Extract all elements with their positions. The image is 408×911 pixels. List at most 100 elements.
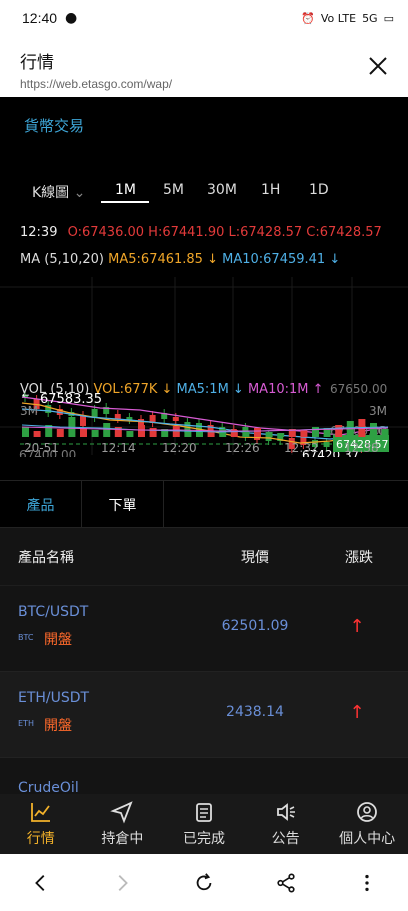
- more-icon[interactable]: [356, 872, 378, 894]
- vol-ma5: MA5:1M ↓: [176, 382, 244, 397]
- forward-icon[interactable]: [111, 872, 133, 894]
- signal-text: Vo LTE: [320, 11, 357, 25]
- interval-bar: K線圖 ⌄ 1M 5M 30M 1H 1D: [0, 177, 408, 207]
- volume-bar: [254, 428, 261, 437]
- nav-announcement-label: 公告: [271, 831, 300, 847]
- volume-bar: [149, 428, 157, 437]
- page: 貨幣交易 K線圖 ⌄ 1M 5M 30M 1H 1D 12:39 O:67436…: [0, 97, 408, 854]
- vol-label: VOL (5,10): [20, 382, 90, 397]
- volume-bar: [103, 423, 111, 437]
- active-interval-underline: [101, 201, 149, 203]
- ma-label: MA (5,10,20): [20, 252, 105, 267]
- chart-icon: [30, 803, 50, 822]
- browser-toolbar: [0, 854, 408, 911]
- row-price: 2438.14: [226, 704, 284, 720]
- status-icons: ⏰ Vo LTE 5G ▭: [301, 12, 394, 25]
- volume-bar: [80, 428, 87, 437]
- volume-bar: [33, 431, 41, 437]
- send-icon: [110, 801, 134, 824]
- message-icon: ●: [65, 10, 78, 26]
- time-tick: 12:14: [101, 441, 136, 455]
- time-tick: 12:26: [225, 441, 260, 455]
- volume-bar: [277, 433, 285, 437]
- nav-profile-label: 個人中心: [339, 831, 396, 847]
- row-name: ETH/USDT: [18, 690, 90, 706]
- nav-market-label: 行情: [26, 831, 55, 847]
- volume-bars: [21, 417, 389, 437]
- row-status: 開盤: [44, 632, 72, 648]
- table-header: 產品名稱 現價 漲跌: [0, 528, 408, 586]
- section-title: 貨幣交易: [24, 117, 85, 135]
- tabs: 產品 下單: [0, 480, 408, 529]
- nav-completed-label: 已完成: [182, 831, 225, 847]
- ohlc-close: C:67428.57: [306, 225, 382, 240]
- kline-label: K線圖: [32, 185, 70, 201]
- status-time: 12:40: [22, 10, 58, 26]
- volume-bar: [22, 427, 29, 437]
- nav-announcement[interactable]: 公告: [245, 794, 327, 854]
- header-change: 漲跌: [345, 549, 373, 566]
- header-name: 產品名稱: [18, 549, 74, 566]
- interval-1m[interactable]: 1M: [115, 182, 136, 198]
- interval-5m[interactable]: 5M: [163, 182, 184, 198]
- network-text: 5G: [362, 11, 378, 25]
- status-bar: 12:40 ● ⏰ Vo LTE 5G ▭: [0, 0, 408, 36]
- nav-positions-label: 持倉中: [101, 831, 144, 847]
- volume-bar: [335, 425, 343, 437]
- ohlc-open: O:67436.00: [67, 225, 145, 240]
- table-row[interactable]: BTC/USDT BTC 開盤 62501.09 ↑: [0, 586, 408, 672]
- share-icon[interactable]: [275, 872, 297, 894]
- up-arrow-icon: ↑: [349, 616, 365, 637]
- time-tick: 12:20: [162, 441, 197, 455]
- tab-products[interactable]: 產品: [0, 481, 82, 529]
- volume-bar: [219, 429, 227, 437]
- row-status: 開盤: [44, 718, 72, 734]
- user-icon: [357, 802, 378, 822]
- nav-profile[interactable]: 個人中心: [326, 794, 408, 854]
- tab-order[interactable]: 下單: [82, 481, 164, 529]
- ma-row: MA (5,10,20) MA5:67461.85 ↓ MA10:67459.4…: [20, 252, 340, 267]
- axis-top-label: 67650.00: [330, 382, 387, 396]
- table-row[interactable]: ETH/USDT ETH 開盤 2438.14 ↑: [0, 672, 408, 758]
- header-price: 現價: [241, 549, 269, 566]
- browser-url[interactable]: https://web.etasgo.com/wap/: [20, 77, 388, 91]
- volume-bar: [126, 431, 134, 437]
- close-icon[interactable]: [366, 54, 390, 78]
- volume-bar: [91, 430, 99, 437]
- ohlc-low: L:67428.57: [228, 225, 303, 240]
- nav-positions[interactable]: 持倉中: [82, 794, 164, 854]
- nav-market[interactable]: 行情: [0, 794, 82, 854]
- vol-right-top: 3M: [369, 404, 387, 418]
- ma10-value: MA10:67459.41 ↓: [222, 252, 341, 267]
- back-icon[interactable]: [30, 872, 52, 894]
- battery-icon: ▭: [383, 11, 394, 25]
- speaker-icon: [276, 803, 295, 821]
- interval-30m[interactable]: 30M: [207, 182, 237, 198]
- app-nav: 行情 持倉中 已完成 公告 個人中心: [0, 794, 408, 854]
- ohlc-high: H:67441.90: [148, 225, 225, 240]
- vol-value: VOL:677K ↓: [93, 382, 173, 397]
- volume-bar: [56, 429, 64, 437]
- volume-bar: [196, 432, 203, 437]
- row-name: BTC/USDT: [18, 604, 89, 620]
- browser-header: 行情 https://web.etasgo.com/wap/: [0, 36, 408, 97]
- vol-ma10: MA10:1M ↑: [247, 382, 324, 397]
- row-price: 62501.09: [221, 618, 289, 634]
- chevron-down-icon: ⌄: [73, 185, 86, 201]
- interval-1h[interactable]: 1H: [261, 182, 280, 198]
- ma5-value: MA5:67461.85 ↓: [108, 252, 218, 267]
- alarm-icon: ⏰: [301, 11, 315, 25]
- vol-left-top: 3M: [20, 404, 38, 418]
- browser-title: 行情: [20, 53, 54, 72]
- interval-1d[interactable]: 1D: [309, 182, 329, 198]
- reload-icon[interactable]: [193, 872, 215, 894]
- kline-selector[interactable]: K線圖 ⌄: [32, 182, 85, 202]
- volume-bar: [381, 429, 389, 437]
- volume-bar: [312, 427, 319, 437]
- time-tick: 12:38: [344, 441, 379, 455]
- volume-bar: [300, 430, 308, 437]
- time-tick: 12:32: [284, 441, 319, 455]
- nav-completed[interactable]: 已完成: [163, 794, 245, 854]
- volume-bar: [265, 432, 273, 437]
- row-sub: BTC: [18, 633, 34, 642]
